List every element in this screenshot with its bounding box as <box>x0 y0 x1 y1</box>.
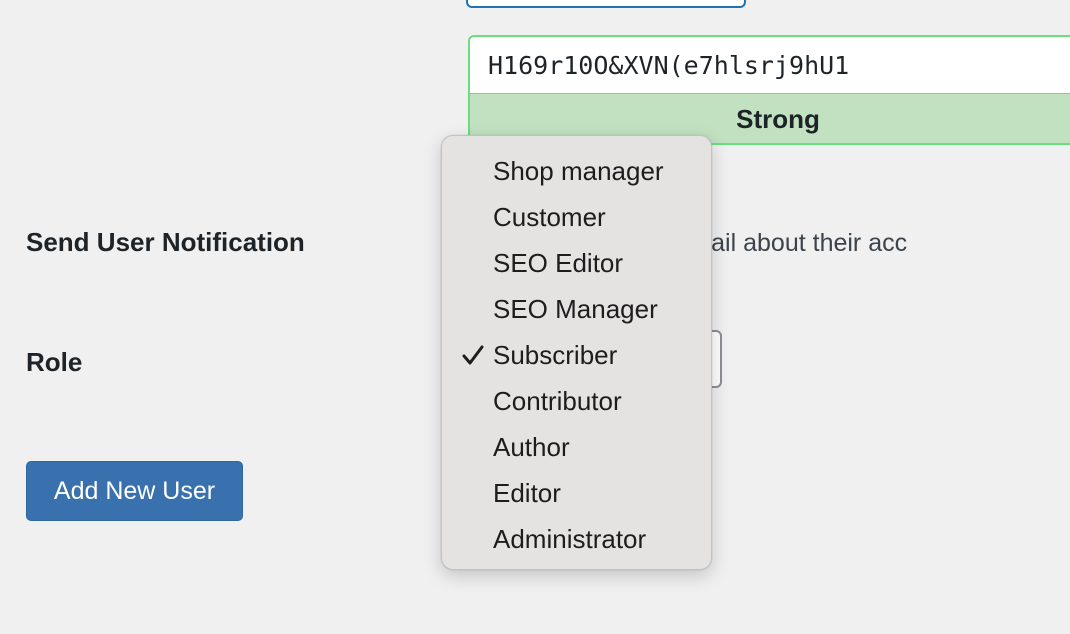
role-option-label: Author <box>493 432 570 462</box>
send-notification-label: Send User Notification <box>26 227 305 257</box>
previous-input-field[interactable] <box>466 0 746 8</box>
role-dropdown-menu: Shop manager Customer SEO Editor SEO Man… <box>441 135 712 570</box>
role-option-seo-editor[interactable]: SEO Editor <box>442 240 711 286</box>
role-option-label: Administrator <box>493 524 647 554</box>
role-option-label: Editor <box>493 478 561 508</box>
role-option-label: SEO Manager <box>493 294 658 324</box>
role-option-shop-manager[interactable]: Shop manager <box>442 148 711 194</box>
role-option-customer[interactable]: Customer <box>442 194 711 240</box>
role-option-administrator[interactable]: Administrator <box>442 516 711 562</box>
role-option-subscriber[interactable]: Subscriber <box>442 332 711 378</box>
role-option-seo-manager[interactable]: SEO Manager <box>442 286 711 332</box>
role-option-label: Subscriber <box>493 340 618 370</box>
role-option-label: SEO Editor <box>493 248 624 278</box>
role-option-contributor[interactable]: Contributor <box>442 378 711 424</box>
password-input[interactable]: H169r10O&XVN(e7hlsrj9hU1 <box>468 35 1070 93</box>
role-option-author[interactable]: Author <box>442 424 711 470</box>
check-icon <box>460 332 486 378</box>
role-label: Role <box>26 347 83 377</box>
role-option-label: Contributor <box>493 386 622 416</box>
role-option-label: Shop manager <box>493 156 664 186</box>
add-new-user-button[interactable]: Add New User <box>26 461 243 521</box>
role-option-label: Customer <box>493 202 606 232</box>
role-option-editor[interactable]: Editor <box>442 470 711 516</box>
